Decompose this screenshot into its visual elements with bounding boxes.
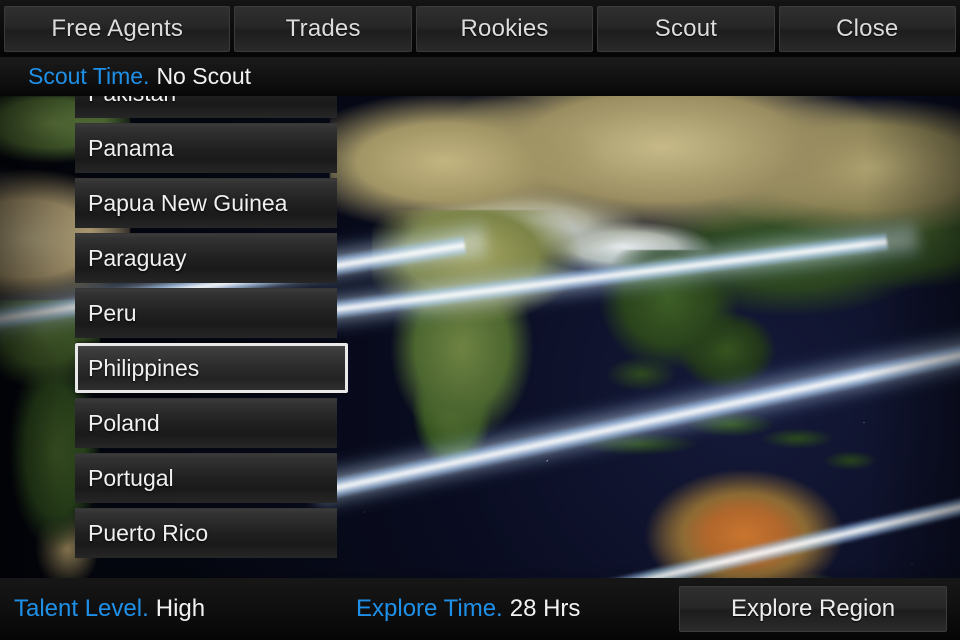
explore-region-label: Explore Region [730, 595, 896, 622]
list-item[interactable]: Portugal [75, 453, 337, 503]
explore-time-stat: Explore Time. 28 Hrs [356, 595, 580, 623]
talent-level-label: Talent Level. [14, 595, 149, 622]
tab-free-agents[interactable]: Free Agents [4, 5, 231, 52]
list-item-label: Papua New Guinea [88, 190, 288, 216]
country-list[interactable]: Pakistan Panama Papua New Guinea Paraguay Pe… [75, 96, 348, 574]
list-item[interactable]: Papua New Guinea [75, 178, 337, 228]
list-item[interactable]: Peru [75, 288, 337, 338]
list-item[interactable]: Puerto Rico [75, 508, 337, 558]
tab-close[interactable]: Close [778, 5, 956, 52]
bottom-status-bar: Talent Level. High Explore Time. 28 Hrs … [0, 578, 960, 640]
tab-close-label: Close [836, 14, 899, 42]
tab-rookies-label: Rookies [460, 14, 549, 42]
list-item-label: Panama [88, 135, 174, 161]
tab-scout[interactable]: Scout [597, 5, 775, 52]
talent-level-value: High [155, 595, 206, 622]
explore-time-label: Explore Time. [356, 595, 503, 622]
scout-time-strip: Scout Time. No Scout [0, 57, 960, 96]
list-item-label: Portugal [88, 465, 174, 491]
list-item-label: Paraguay [88, 245, 187, 271]
list-item[interactable]: Poland [75, 398, 337, 448]
list-item[interactable]: Philippines [75, 343, 348, 393]
tab-scout-label: Scout [654, 14, 718, 42]
tab-trades[interactable]: Trades [234, 5, 412, 52]
scout-time-label: Scout Time. [28, 63, 150, 89]
scout-time-value: No Scout [156, 63, 252, 89]
tab-free-agents-label: Free Agents [51, 14, 184, 42]
talent-level-stat: Talent Level. High [14, 595, 205, 623]
list-item[interactable]: Panama [75, 123, 337, 173]
tab-trades-label: Trades [285, 14, 361, 42]
list-item-label: Puerto Rico [88, 520, 209, 546]
scout-screen: Free Agents Trades Rookies Scout Close S… [0, 0, 960, 640]
list-item[interactable]: Pakistan [75, 96, 337, 118]
explore-time-value: 28 Hrs [509, 595, 581, 622]
top-tab-bar: Free Agents Trades Rookies Scout Close [0, 0, 960, 57]
list-item-label: Peru [88, 300, 137, 326]
list-item-label: Poland [88, 410, 160, 436]
list-item-label: Philippines [88, 354, 200, 381]
list-item-label: Pakistan [88, 96, 176, 107]
tab-rookies[interactable]: Rookies [415, 5, 594, 52]
list-item[interactable]: Paraguay [75, 233, 337, 283]
explore-region-button[interactable]: Explore Region [679, 586, 947, 632]
